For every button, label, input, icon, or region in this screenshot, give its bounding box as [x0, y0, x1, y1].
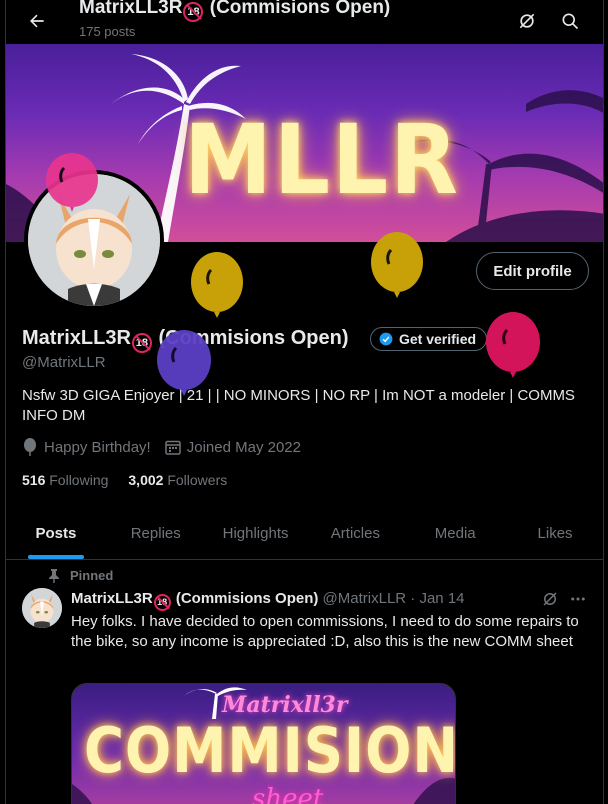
- balloon-magenta-icon: [486, 312, 540, 378]
- following-count: 516: [22, 472, 46, 488]
- search-icon: [562, 13, 579, 30]
- follow-counts: 516 Following 3,002 Followers: [22, 472, 227, 488]
- grok-icon: [543, 592, 557, 606]
- tweet-author-name-text: MatrixLL3R: [71, 590, 153, 607]
- profile-bio: Nsfw 3D GIGA Enjoyer | 21 | | NO MINORS …: [22, 387, 575, 424]
- balloon-purple-icon: [157, 330, 211, 396]
- tweet-media-image[interactable]: Matrixll3r COMMISION sheet: [71, 683, 456, 804]
- more-icon: [571, 597, 585, 601]
- following-label: Following: [49, 472, 109, 488]
- tweet-header: MatrixLL3R 18 (Commisions Open) @MatrixLL…: [71, 590, 465, 611]
- header-title-suffix: (Commisions Open): [209, 0, 391, 18]
- tweet-grok-button[interactable]: [541, 590, 559, 613]
- tab-highlights[interactable]: Highlights: [206, 510, 306, 559]
- tweet-actions: [541, 590, 587, 613]
- age-badge-icon: 18: [153, 593, 171, 611]
- balloon-pink-icon: [46, 153, 98, 212]
- media-sub-text: sheet: [252, 784, 324, 804]
- header-title: MatrixLL3R 18 (Commisions Open): [79, 0, 390, 22]
- search-button[interactable]: [555, 6, 585, 36]
- profile-meta: Happy Birthday! Joined May 2022: [22, 438, 301, 456]
- profile-handle: @MatrixLLR: [22, 354, 106, 371]
- post-count: 175 posts: [79, 24, 136, 39]
- back-arrow-icon: [30, 14, 44, 28]
- profile-page: MLLR MatrixLL3R 18 (Commisions Open) 175 …: [5, 0, 604, 804]
- pinned-indicator: Pinned: [48, 568, 113, 583]
- get-verified-label: Get verified: [399, 331, 477, 347]
- edit-profile-button[interactable]: Edit profile: [476, 252, 589, 290]
- top-bar: MatrixLL3R 18 (Commisions Open) 175 posts: [6, 0, 603, 44]
- age-badge-icon: 18: [131, 333, 152, 353]
- header-title-name: MatrixLL3R: [79, 0, 183, 18]
- age-badge-icon: 18: [183, 2, 204, 22]
- avatar-illustration: [22, 588, 62, 628]
- pinned-label: Pinned: [70, 568, 114, 583]
- joined-text: Joined May 2022: [186, 438, 301, 456]
- followers-link[interactable]: 3,002 Followers: [128, 472, 227, 488]
- tweet-more-button[interactable]: [569, 590, 587, 613]
- balloon-yellow-icon: [191, 252, 243, 318]
- pin-icon: [49, 568, 59, 583]
- tweet-text: Hey folks. I have decided to open commis…: [71, 613, 579, 650]
- birthday-text: Happy Birthday!: [44, 438, 151, 456]
- followers-count: 3,002: [128, 472, 164, 488]
- balloon-icon: [24, 438, 36, 456]
- joined-item: Joined May 2022: [164, 438, 301, 456]
- verified-badge-icon: [379, 332, 393, 346]
- birthday-item: Happy Birthday!: [22, 438, 151, 456]
- profile-name-text: MatrixLL3R: [22, 327, 131, 349]
- grok-button[interactable]: [512, 6, 542, 36]
- tab-media[interactable]: Media: [405, 510, 505, 559]
- tab-posts[interactable]: Posts: [6, 510, 106, 559]
- followers-label: Followers: [167, 472, 228, 488]
- tweet-dot-separator: ·: [410, 590, 416, 607]
- banner-logo-text: MLLR: [184, 104, 460, 216]
- balloon-yellow-icon: [371, 232, 423, 298]
- tab-replies[interactable]: Replies: [106, 510, 206, 559]
- tab-likes[interactable]: Likes: [505, 510, 603, 559]
- tweet-author-handle[interactable]: @MatrixLLR: [323, 590, 407, 607]
- following-link[interactable]: 516 Following: [22, 472, 108, 488]
- tweet-avatar[interactable]: [22, 588, 62, 628]
- media-big-text: COMMISION: [84, 714, 456, 787]
- back-button[interactable]: [20, 4, 54, 38]
- tweet-date[interactable]: Jan 14: [419, 590, 464, 607]
- get-verified-button[interactable]: Get verified: [370, 327, 488, 351]
- tweet-author-suffix: (Commisions Open): [175, 590, 319, 607]
- grok-icon: [519, 13, 535, 29]
- tweet-author-name[interactable]: MatrixLL3R 18 (Commisions Open): [71, 590, 319, 611]
- tab-articles[interactable]: Articles: [305, 510, 405, 559]
- calendar-icon: [164, 440, 181, 455]
- profile-tabs: Posts Replies Highlights Articles Media …: [6, 510, 603, 560]
